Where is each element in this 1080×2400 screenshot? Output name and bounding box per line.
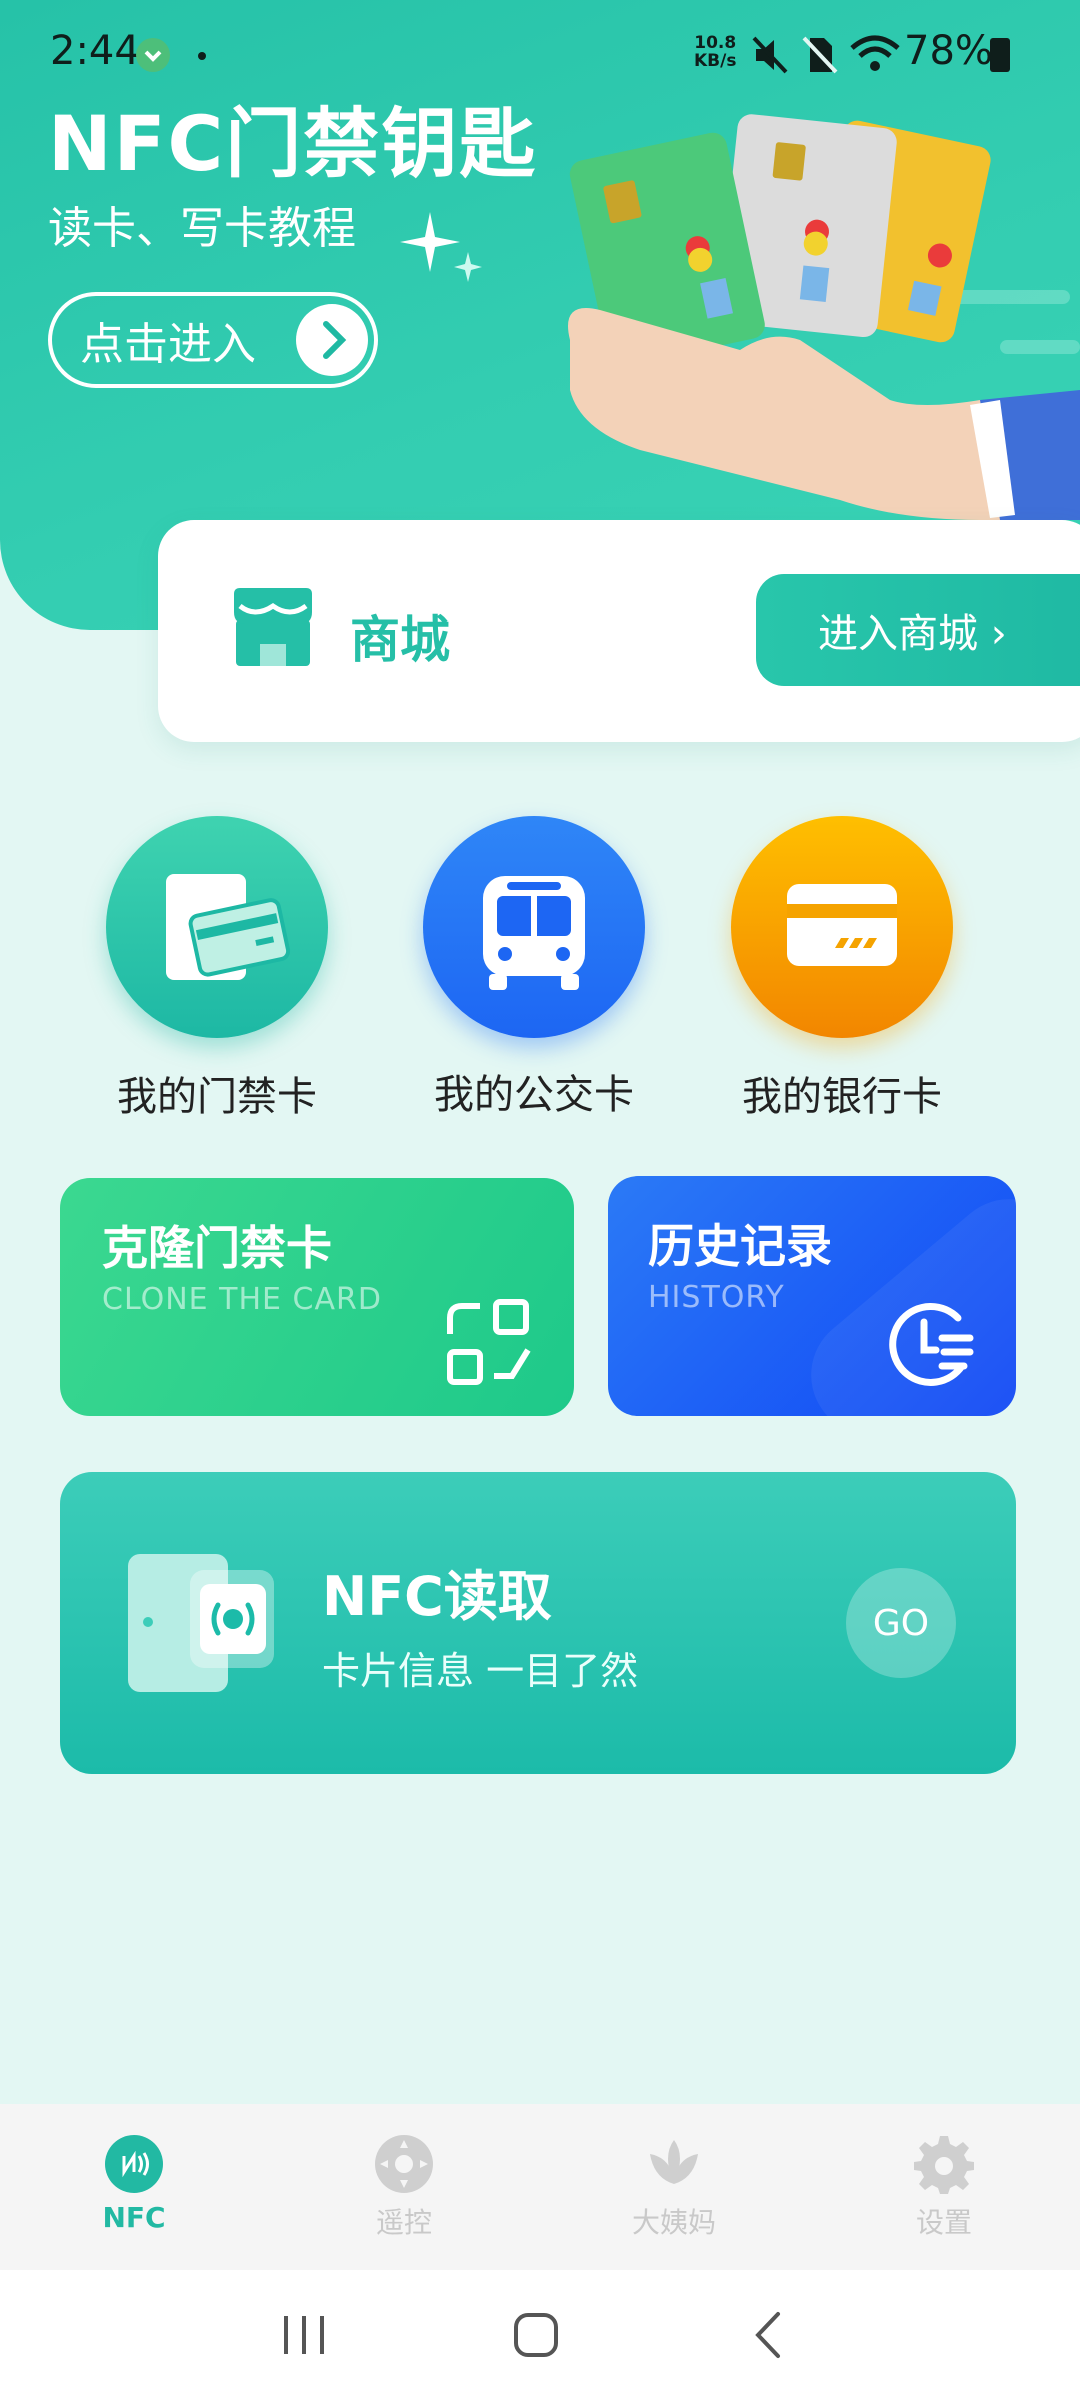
no-sim-icon: [802, 36, 838, 74]
mute-icon: [752, 36, 788, 74]
tab-period[interactable]: 大姨妈: [594, 2134, 754, 2241]
nfc-read-title: NFC读取: [322, 1565, 552, 1628]
history-subtitle: HISTORY: [648, 1280, 785, 1315]
battery-level: 78%: [904, 28, 993, 74]
clone-card-button[interactable]: 克隆门禁卡 CLONE THE CARD: [60, 1178, 574, 1416]
lotus-icon: [650, 2140, 698, 2184]
remote-icon: [375, 2135, 433, 2193]
bus-card-label: 我的公交卡: [434, 1072, 634, 1118]
home-icon[interactable]: [512, 2310, 560, 2360]
battery-icon: [990, 38, 1010, 72]
store-icon: [234, 588, 312, 666]
hand-cards-illustration: [568, 114, 1080, 520]
bank-card-icon: [787, 884, 897, 966]
nfc-read-subtitle: 卡片信息 一目了然: [322, 1649, 639, 1693]
status-time: 2:44: [50, 28, 140, 74]
bank-card-label: 我的银行卡: [742, 1074, 942, 1120]
system-nav-bar: [0, 2270, 1080, 2400]
store-label: 商城: [350, 611, 450, 669]
tab-settings[interactable]: 设置: [864, 2134, 1024, 2241]
notification-icon: [136, 38, 170, 72]
dot-icon: [198, 52, 206, 60]
clone-icon: [447, 1299, 531, 1385]
enter-store-button[interactable]: 进入商城 ›: [756, 574, 1080, 686]
wifi-icon: [850, 35, 900, 71]
recent-apps-icon[interactable]: [280, 2312, 328, 2358]
history-title: 历史记录: [648, 1219, 832, 1273]
nfc-icon: [105, 2135, 163, 2193]
bus-card-button[interactable]: [423, 816, 645, 1038]
gear-icon: [914, 2136, 974, 2194]
tab-nfc[interactable]: NFC: [54, 2134, 214, 2234]
access-card-icon: [166, 874, 291, 980]
back-icon[interactable]: [750, 2310, 786, 2360]
sparkle-icon: [400, 212, 482, 282]
access-card-label: 我的门禁卡: [117, 1074, 317, 1120]
tab-remote[interactable]: 遥控: [324, 2134, 484, 2241]
bank-card-button[interactable]: [731, 816, 953, 1038]
nfc-door-icon: [128, 1554, 274, 1692]
go-button[interactable]: GO: [846, 1568, 956, 1678]
enter-tutorial-button[interactable]: 点击进入: [48, 292, 378, 388]
hero-subtitle: 读卡、写卡教程: [48, 203, 356, 254]
hero-title: NFC门禁钥匙: [48, 99, 538, 188]
clone-card-subtitle: CLONE THE CARD: [102, 1282, 382, 1317]
history-clock-icon: [889, 1302, 974, 1386]
access-card-button[interactable]: [106, 816, 328, 1038]
bus-icon: [483, 876, 585, 990]
chevron-right-icon: [296, 304, 368, 376]
history-button[interactable]: 历史记录 HISTORY: [608, 1176, 1016, 1416]
clone-card-title: 克隆门禁卡: [102, 1221, 332, 1275]
network-speed: 10.8 KB/s: [694, 33, 737, 71]
bottom-tab-bar: NFC 遥控 大姨妈 设置: [0, 2104, 1080, 2270]
